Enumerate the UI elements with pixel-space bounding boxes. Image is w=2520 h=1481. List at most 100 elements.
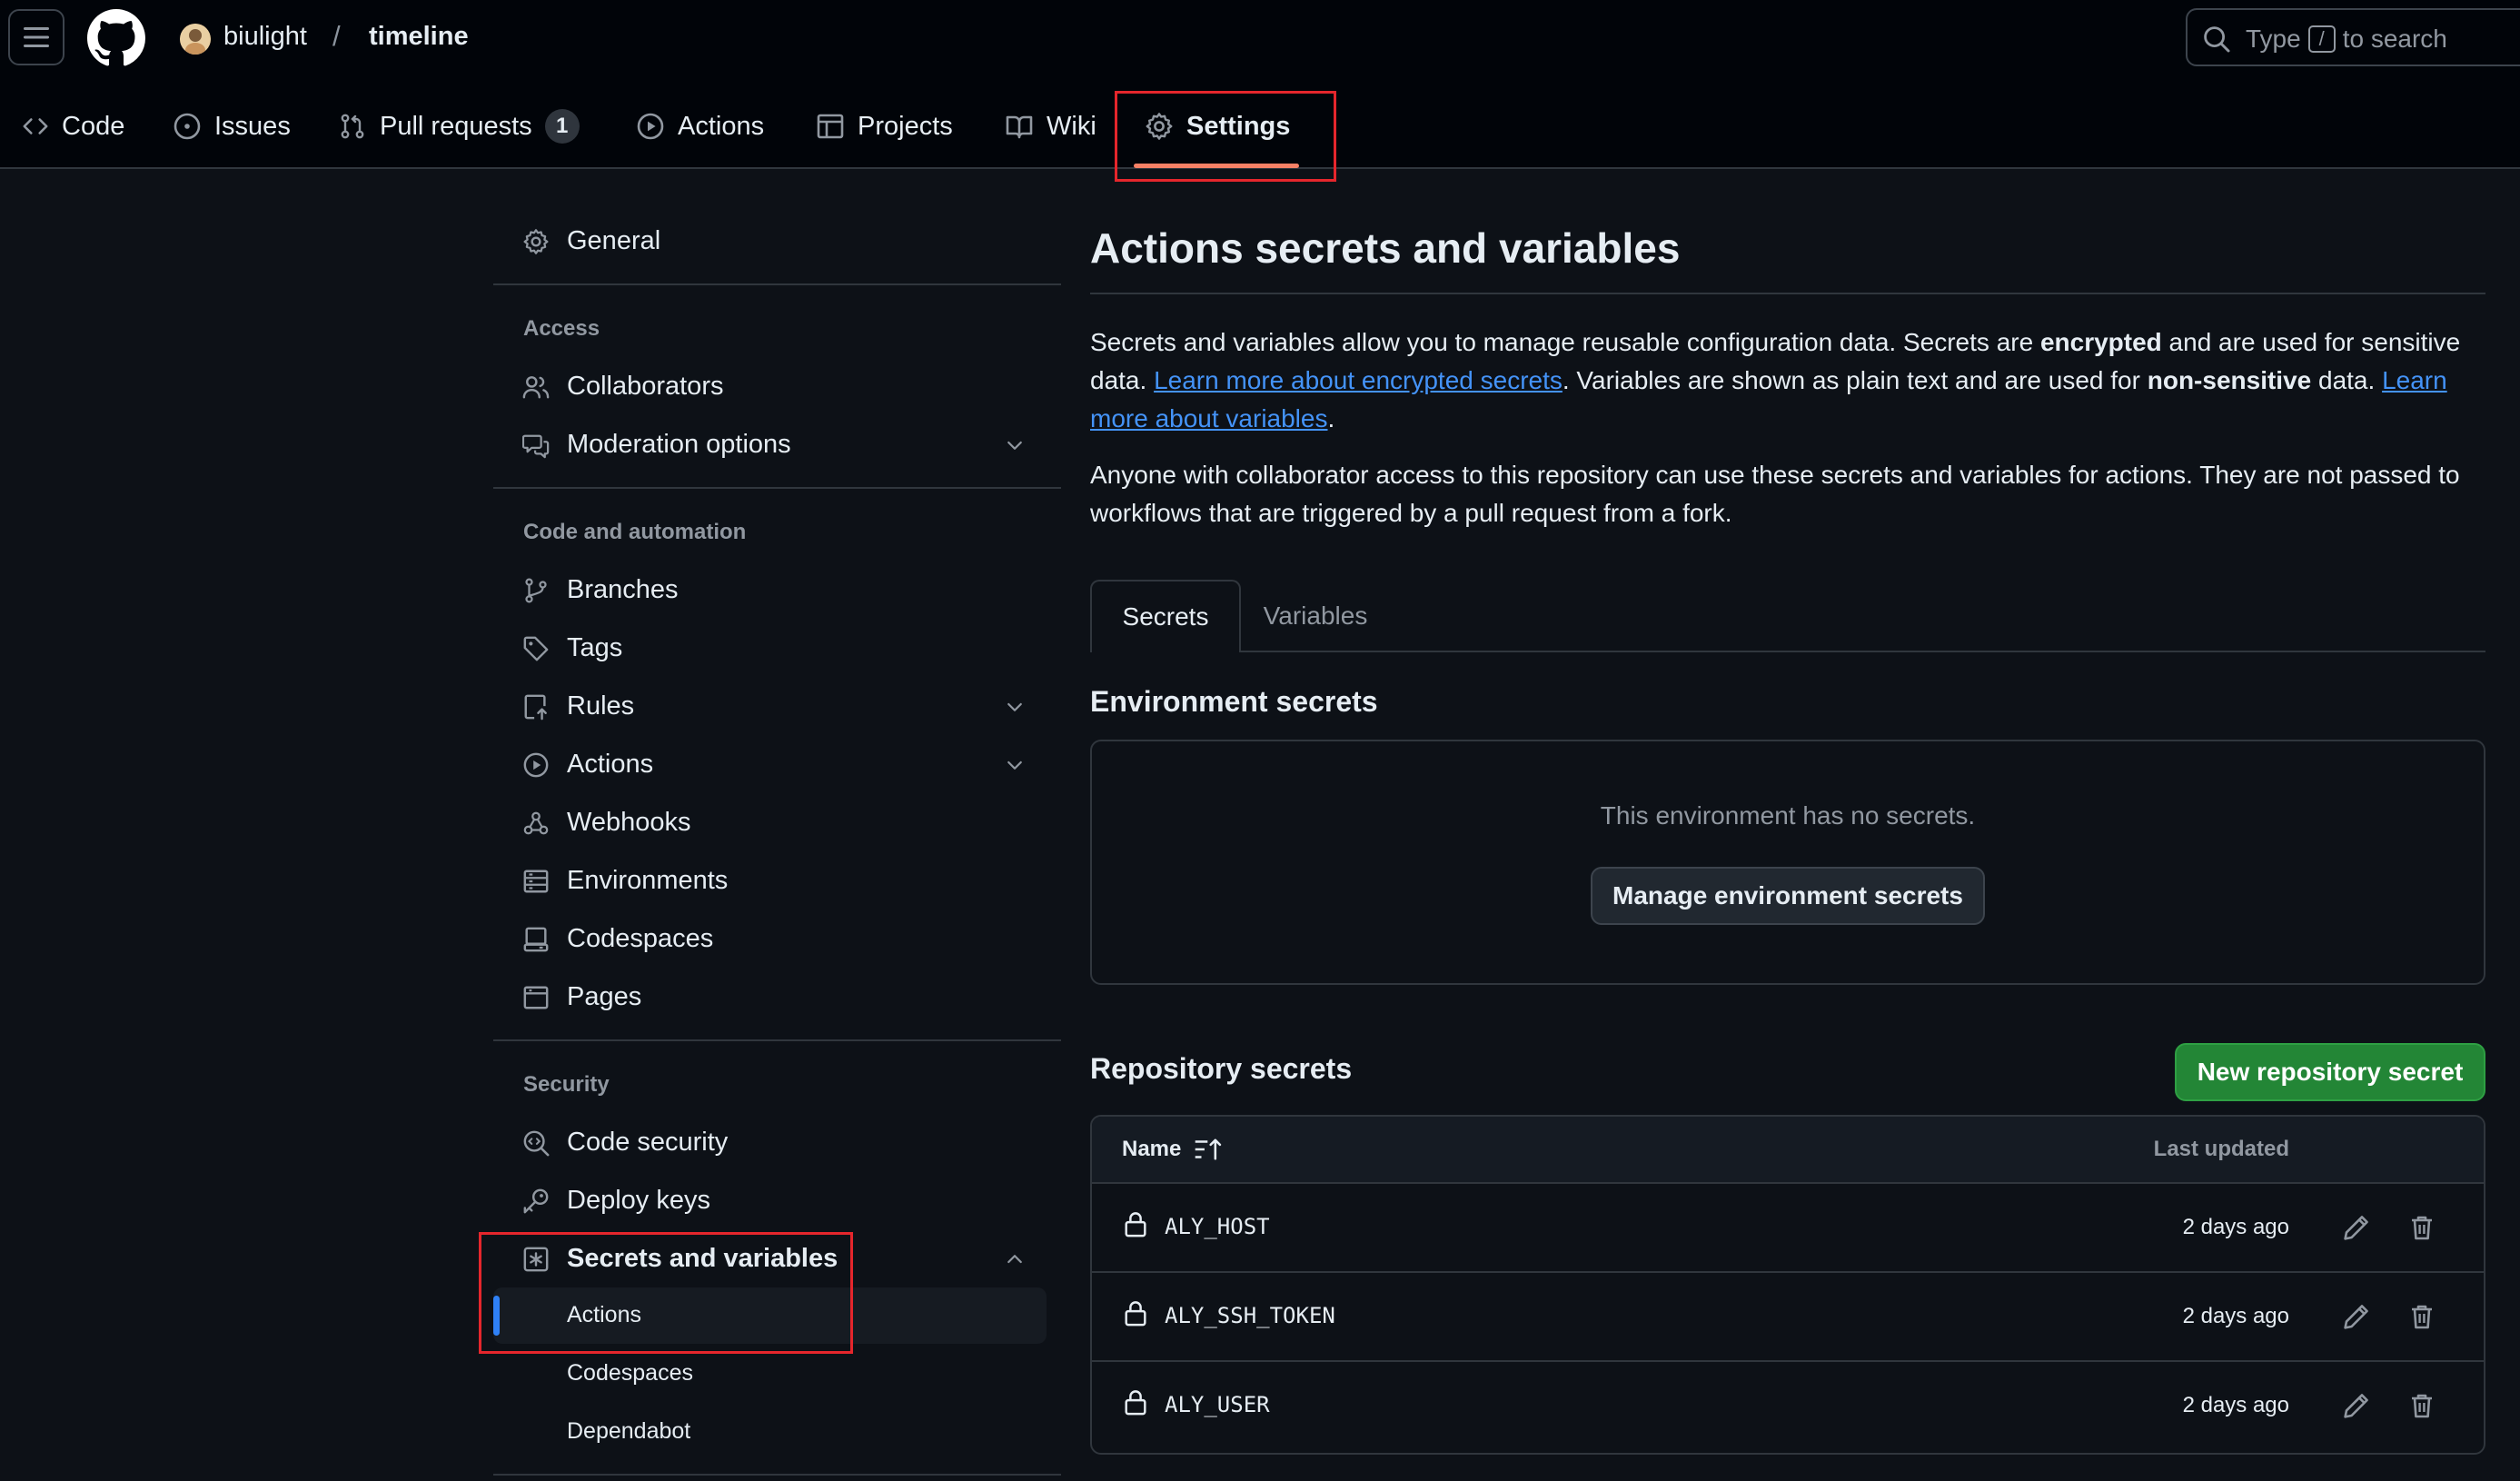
trash-icon[interactable] [2407, 1213, 2436, 1242]
sidebar-item-general[interactable]: General [493, 214, 1061, 267]
sidebar-heading-code-automation: Code and automation [523, 520, 747, 544]
trash-icon[interactable] [2407, 1391, 2436, 1420]
webhook-icon [523, 811, 549, 835]
lock-icon [1125, 1301, 1146, 1327]
sidebar-item-code-security[interactable]: Code security [493, 1116, 1061, 1168]
git-branch-icon [525, 578, 547, 603]
active-tab-underline [1134, 164, 1299, 168]
sidebar-item-environments[interactable]: Environments [493, 854, 1061, 907]
sidebar-divider [493, 1039, 1061, 1041]
github-logo-icon[interactable] [87, 9, 145, 67]
column-header-name[interactable]: Name [1122, 1137, 1225, 1162]
tab-issues[interactable]: Issues [173, 102, 291, 151]
secret-last-updated: 2 days ago [2182, 1393, 2289, 1417]
book-icon [1006, 115, 1033, 139]
sidebar-subitem-dependabot[interactable]: Dependabot [567, 1418, 690, 1445]
sidebar-item-branches-label: Branches [567, 574, 679, 604]
pencil-icon[interactable] [2342, 1391, 2371, 1420]
secret-name: ALY_SSH_TOKEN [1165, 1303, 1335, 1328]
pencil-icon[interactable] [2342, 1302, 2371, 1331]
secret-name: ALY_USER [1165, 1392, 1270, 1417]
tab-actions[interactable]: Actions [636, 102, 764, 151]
secret-last-updated: 2 days ago [2182, 1304, 2289, 1328]
search-input[interactable]: Type / to search [2186, 8, 2520, 66]
title-divider [1090, 293, 2485, 294]
tab-variables[interactable]: Variables [1241, 580, 1390, 652]
chevron-up-icon [1007, 1255, 1022, 1264]
repository-secrets-title: Repository secrets [1090, 1052, 1353, 1085]
secret-name: ALY_HOST [1165, 1214, 1270, 1239]
sidebar-divider [493, 1474, 1061, 1476]
sidebar-item-actions-label: Actions [567, 749, 654, 779]
code-icon [23, 118, 48, 134]
sidebar-item-tags[interactable]: Tags [493, 621, 1061, 674]
repository-secrets-table: Name Last updated ALY_HOST 2 days ago AL… [1090, 1115, 2485, 1455]
menu-button[interactable] [8, 9, 64, 65]
sidebar-item-collaborators[interactable]: Collaborators [493, 360, 1061, 412]
access-paragraph: Anyone with collaborator access to this … [1090, 461, 2460, 527]
repo-link[interactable]: timeline [369, 22, 469, 52]
comment-discussion-icon [522, 434, 550, 459]
tab-wiki-label: Wiki [1047, 111, 1096, 141]
search-placeholder: Type / to search [2246, 25, 2447, 53]
sidebar-item-codespaces-label: Codespaces [567, 923, 714, 953]
repo-push-icon [524, 694, 547, 721]
server-icon [523, 870, 549, 893]
environment-secrets-box [1090, 740, 2485, 985]
chevron-down-icon [1007, 441, 1022, 450]
tab-wiki[interactable]: Wiki [1005, 102, 1096, 151]
sidebar-item-general-label: General [567, 225, 661, 255]
intro-paragraph: Secrets and variables allow you to manag… [1090, 328, 2461, 432]
sidebar-item-rules-label: Rules [567, 691, 635, 721]
sidebar-item-moderation[interactable]: Moderation options [493, 418, 1061, 471]
tab-settings[interactable]: Settings [1145, 102, 1290, 151]
tab-projects[interactable]: Projects [816, 102, 953, 151]
tab-code-label: Code [62, 111, 125, 141]
environment-empty-message: This environment has no secrets. [1600, 801, 1976, 830]
trash-icon[interactable] [2407, 1302, 2436, 1331]
new-repository-secret-button[interactable]: New repository secret [2175, 1043, 2485, 1101]
sidebar-divider [493, 283, 1061, 285]
encrypted-secrets-link[interactable]: Learn more about encrypted secrets [1154, 366, 1563, 394]
sidebar-item-secrets-variables-label: Secrets and variables [567, 1243, 838, 1273]
sidebar-item-codespaces[interactable]: Codespaces [493, 912, 1061, 965]
sidebar-item-secrets-variables[interactable]: Secrets and variables [493, 1232, 1061, 1285]
chevron-down-icon [1007, 702, 1022, 711]
manage-environment-secrets-button[interactable]: Manage environment secrets [1591, 867, 1985, 925]
tab-actions-label: Actions [678, 111, 765, 141]
owner-avatar[interactable] [180, 24, 211, 55]
table-row: ALY_USER 2 days ago [1092, 1362, 2484, 1451]
table-row: ALY_HOST 2 days ago [1092, 1184, 2484, 1273]
chevron-down-icon [1007, 760, 1022, 770]
sidebar-subitem-codespaces[interactable]: Codespaces [567, 1360, 693, 1387]
sidebar-item-pages[interactable]: Pages [493, 970, 1061, 1023]
gear-icon [523, 229, 549, 254]
lock-icon [1125, 1212, 1146, 1237]
sidebar-subitem-actions[interactable]: Actions [567, 1302, 641, 1328]
sidebar-item-branches[interactable]: Branches [493, 563, 1061, 616]
issue-opened-icon [174, 113, 201, 140]
environment-secrets-title: Environment secrets [1090, 685, 1378, 718]
tag-icon [523, 636, 549, 661]
key-icon [523, 1188, 549, 1214]
tab-pull-requests-label: Pull requests [380, 111, 532, 141]
tab-projects-label: Projects [858, 111, 953, 141]
sort-asc-icon [1196, 1138, 1222, 1160]
tab-secrets[interactable]: Secrets [1090, 580, 1241, 652]
sidebar-heading-access: Access [523, 316, 600, 341]
tab-pull-requests[interactable]: Pull requests 1 [338, 102, 580, 151]
sidebar-divider [493, 487, 1061, 489]
page-title: Actions secrets and variables [1090, 224, 1681, 272]
tab-code[interactable]: Code [22, 102, 124, 151]
sidebar-item-webhooks[interactable]: Webhooks [493, 796, 1061, 849]
owner-link[interactable]: biulight [223, 22, 307, 52]
sidebar-item-rules[interactable]: Rules [493, 680, 1061, 732]
sidebar-item-deploy-keys-label: Deploy keys [567, 1185, 710, 1215]
sidebar-item-deploy-keys[interactable]: Deploy keys [493, 1174, 1061, 1227]
sidebar-item-actions[interactable]: Actions [493, 738, 1061, 790]
column-header-last-updated: Last updated [2153, 1137, 2289, 1161]
global-header: biulight / timeline Type / to search Cod… [0, 0, 2520, 169]
pencil-icon[interactable] [2342, 1213, 2371, 1242]
browser-icon [523, 986, 549, 1009]
pull-requests-count-badge: 1 [544, 109, 580, 144]
